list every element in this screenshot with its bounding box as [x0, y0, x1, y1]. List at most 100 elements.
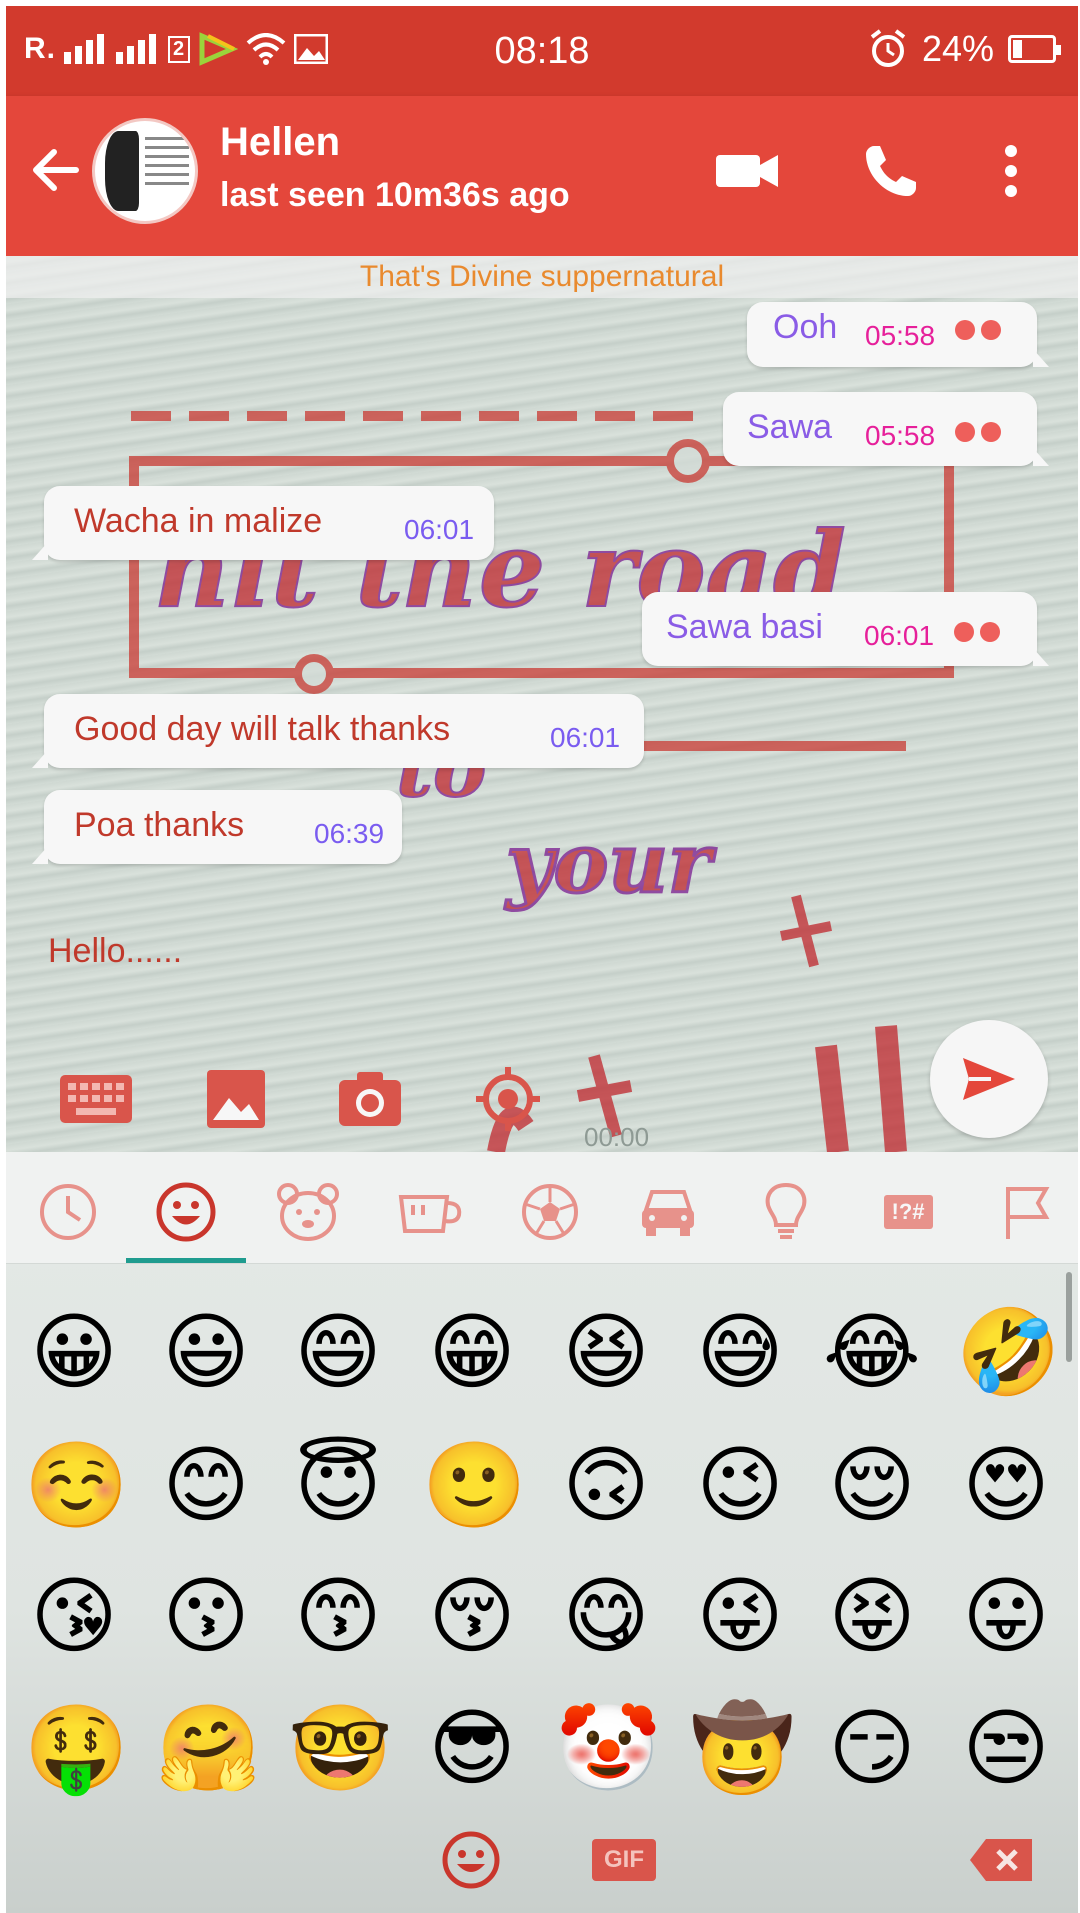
- image-icon: [207, 1070, 265, 1128]
- backspace-icon: [970, 1839, 1032, 1881]
- emoji-key[interactable]: 😆: [556, 1302, 656, 1402]
- message-time: 05:58: [865, 420, 936, 451]
- record-timer: 00:00: [584, 1122, 650, 1152]
- video-call-button[interactable]: [712, 136, 782, 206]
- emoji-key[interactable]: 😙: [288, 1566, 388, 1666]
- emoji-mode-button[interactable]: [440, 1830, 502, 1890]
- emoji-key[interactable]: 😌: [822, 1435, 922, 1535]
- location-button[interactable]: [470, 1066, 546, 1132]
- emoji-scrollbar[interactable]: [1066, 1272, 1072, 1362]
- video-camera-icon: [716, 155, 778, 187]
- message-bubble-incoming[interactable]: Good day will talk thanks 06:01: [32, 694, 644, 768]
- emoji-key[interactable]: 🤗: [156, 1698, 261, 1798]
- message-time: 05:58: [865, 320, 936, 351]
- message-text: Ooh: [773, 308, 838, 346]
- battery-fill: [1013, 40, 1022, 58]
- message-text: Sawa: [747, 408, 833, 446]
- contact-name[interactable]: Hellen: [220, 120, 340, 165]
- emoji-key[interactable]: 😋: [556, 1566, 656, 1666]
- message-bubble-outgoing[interactable]: Sawa 05:58: [723, 392, 1049, 466]
- emoji-key[interactable]: 😝: [822, 1566, 922, 1666]
- emoji-key[interactable]: 🤑: [24, 1698, 129, 1798]
- backspace-button[interactable]: [966, 1830, 1036, 1890]
- keyboard-toggle-button[interactable]: [58, 1066, 134, 1132]
- emoji-key[interactable]: 😏: [822, 1698, 922, 1798]
- message-input[interactable]: Hello......: [48, 932, 182, 971]
- back-arrow-icon: [33, 149, 79, 191]
- message-time: 06:01: [404, 514, 475, 545]
- emoji-key[interactable]: 🤠: [690, 1698, 795, 1798]
- message-bubble-incoming[interactable]: Poa thanks 06:39: [32, 790, 402, 864]
- emoji-key[interactable]: 😍: [956, 1435, 1056, 1535]
- read-receipt-icon: [955, 320, 1001, 340]
- emoji-key[interactable]: 😇: [288, 1435, 388, 1535]
- chat-area[interactable]: hit the road to your That's Divine suppe…: [6, 256, 1078, 1152]
- emoji-key[interactable]: 🙃: [556, 1435, 656, 1535]
- back-button[interactable]: [26, 140, 86, 200]
- emoji-key[interactable]: 😄: [288, 1302, 388, 1402]
- alarm-icon: [870, 29, 906, 67]
- emoji-key[interactable]: 😁: [422, 1302, 522, 1402]
- gallery-button[interactable]: [198, 1066, 274, 1132]
- message-text: Sawa basi: [666, 608, 823, 646]
- keyboard-bottom-bar: GIF: [6, 1812, 1078, 1912]
- emoji-key[interactable]: 🤓: [288, 1698, 393, 1798]
- emoji-category-bar: !?#: [6, 1152, 1078, 1264]
- emoji-key[interactable]: 😗: [156, 1566, 256, 1666]
- chat-header: Hellen last seen 10m36s ago: [6, 96, 1078, 256]
- emoji-key[interactable]: ☺️: [24, 1435, 129, 1535]
- emoji-key[interactable]: 😉: [690, 1435, 790, 1535]
- wallpaper-text-your: your: [504, 816, 717, 912]
- message-bubble-outgoing[interactable]: Sawa basi 06:01: [642, 592, 1049, 666]
- pinned-banner[interactable]: That's Divine suppernatural: [6, 256, 1078, 298]
- symbols-icon[interactable]: !?#: [868, 1172, 948, 1252]
- location-target-icon: [476, 1067, 540, 1131]
- animals-icon[interactable]: [268, 1172, 348, 1252]
- recent-icon[interactable]: [28, 1172, 108, 1252]
- selected-category-indicator: [126, 1258, 246, 1263]
- message-bubble-incoming[interactable]: Wacha in malize 06:01: [32, 486, 494, 560]
- emoji-key[interactable]: 🤡: [556, 1698, 661, 1798]
- travel-icon[interactable]: [628, 1172, 708, 1252]
- avatar-text-lines: [145, 137, 189, 191]
- battery-percent: 24%: [921, 28, 994, 69]
- message-time: 06:01: [864, 620, 935, 651]
- overflow-menu-button[interactable]: [984, 136, 1038, 206]
- message-bubble-outgoing[interactable]: Ooh 05:58: [747, 302, 1049, 367]
- emoji-key[interactable]: 🙂: [422, 1435, 527, 1535]
- emoji-key[interactable]: 🤣: [956, 1302, 1061, 1402]
- phone-icon: [866, 146, 916, 196]
- keyboard-icon: [60, 1075, 132, 1123]
- message-text: Wacha in malize: [74, 502, 323, 540]
- emoji-key[interactable]: 😊: [156, 1435, 256, 1535]
- emoji-key[interactable]: 😘: [24, 1566, 124, 1666]
- smileys-icon[interactable]: [146, 1172, 226, 1252]
- emoji-key[interactable]: 😂: [822, 1302, 922, 1402]
- send-button[interactable]: [930, 1020, 1048, 1138]
- emoji-key[interactable]: 😎: [422, 1698, 522, 1798]
- objects-icon[interactable]: [746, 1172, 826, 1252]
- emoji-key[interactable]: 😒: [956, 1698, 1056, 1798]
- flags-icon[interactable]: [986, 1172, 1066, 1252]
- voice-call-button[interactable]: [856, 136, 926, 206]
- emoji-key[interactable]: 😃: [156, 1302, 256, 1402]
- emoji-key[interactable]: 😀: [24, 1302, 124, 1402]
- avatar[interactable]: [92, 118, 198, 224]
- status-right: 24%: [868, 28, 1061, 70]
- activity-icon[interactable]: [510, 1172, 590, 1252]
- read-receipt-icon: [954, 622, 1000, 642]
- emoji-key[interactable]: 😛: [956, 1566, 1056, 1666]
- food-icon[interactable]: [390, 1172, 470, 1252]
- message-text: Good day will talk thanks: [74, 710, 451, 748]
- message-text: Poa thanks: [74, 806, 245, 844]
- camera-button[interactable]: [332, 1066, 408, 1132]
- emoji-key[interactable]: 😅: [690, 1302, 790, 1402]
- emoji-keyboard: !?# 😀 😃 😄 😁 😆 😅 😂 🤣 ☺️ 😊 😇 🙂 🙃 😉 😌 😍 😘 😗 😙 😚 😋 😜 😝 😛 🤑 🤗 🤓 😎 🤡 🤠 😏 😒 GI…: [6, 1152, 1078, 1913]
- more-vertical-icon: [1005, 145, 1017, 197]
- message-time: 06:39: [314, 818, 385, 849]
- emoji-key[interactable]: 😜: [690, 1566, 790, 1666]
- last-seen-status: last seen 10m36s ago: [220, 176, 570, 214]
- send-icon: [963, 1058, 1015, 1100]
- emoji-key[interactable]: 😚: [422, 1566, 522, 1666]
- gif-button[interactable]: GIF: [592, 1830, 656, 1890]
